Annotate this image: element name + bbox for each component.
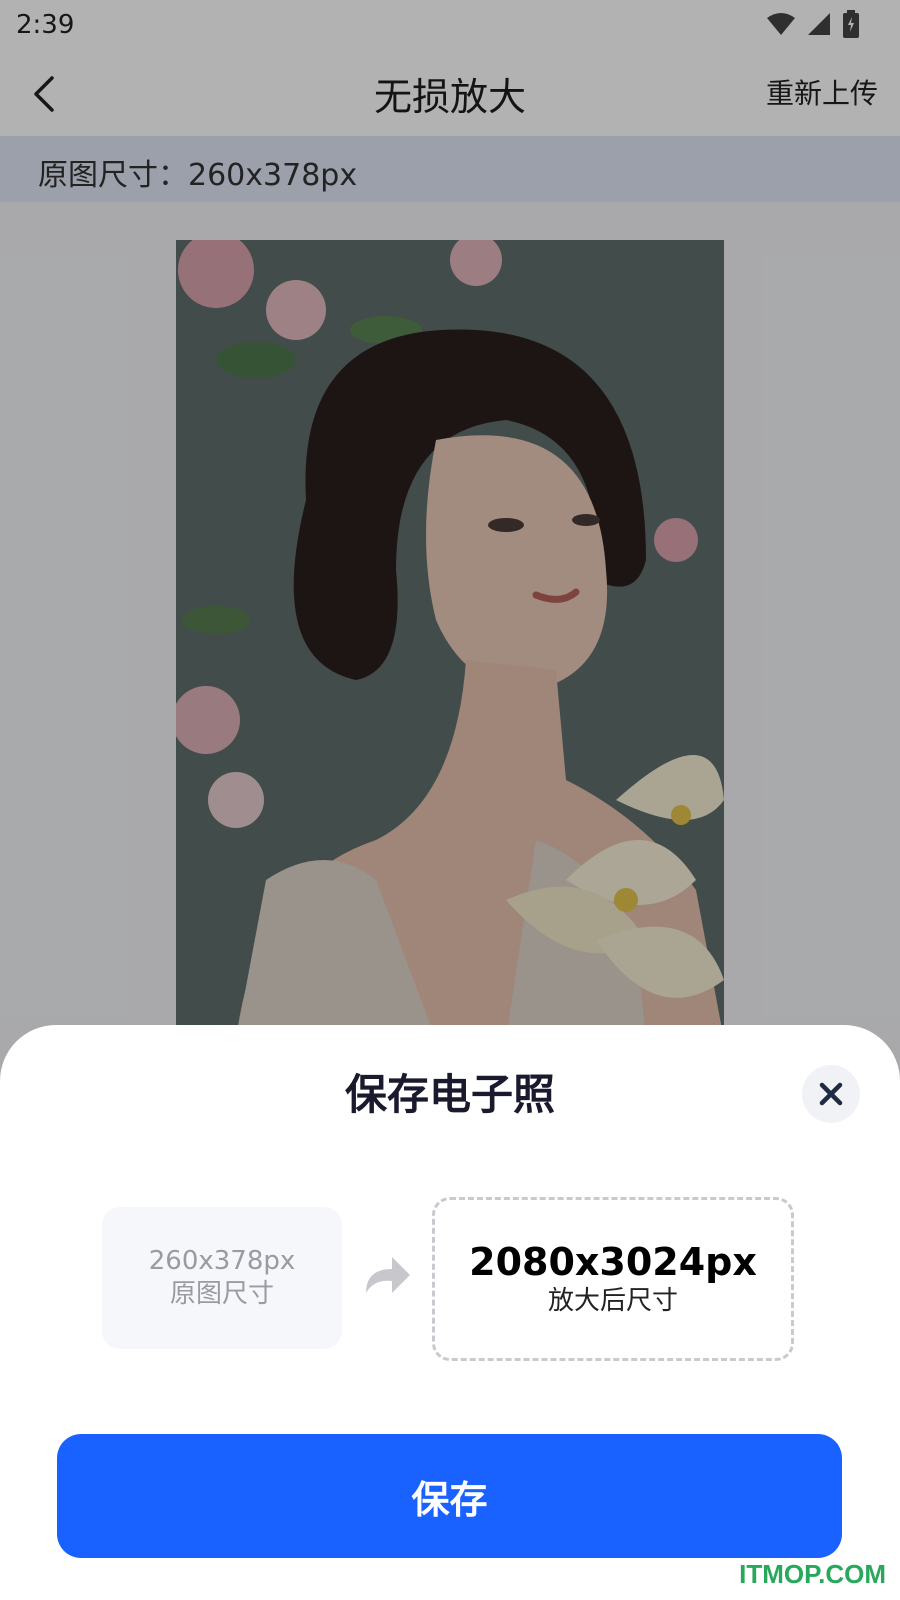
curved-arrow-right-icon xyxy=(366,1257,410,1293)
original-size-caption: 原图尺寸 xyxy=(169,1279,274,1309)
save-button[interactable]: 保存 xyxy=(57,1434,842,1558)
original-size-card: 260x378px 原图尺寸 xyxy=(102,1207,342,1349)
site-watermark: ITMOP.COM xyxy=(739,1559,886,1589)
enlarged-size-caption: 放大后尺寸 xyxy=(547,1286,678,1316)
enlarged-size-value: 2080x3024px xyxy=(469,1240,757,1284)
close-icon xyxy=(819,1082,843,1106)
save-photo-sheet: 保存电子照 260x378px 原图尺寸 2080x3024px 放大后尺寸 保… xyxy=(0,1025,900,1600)
enlarged-size-card: 2080x3024px 放大后尺寸 xyxy=(432,1197,794,1361)
original-size-value: 260x378px xyxy=(148,1246,296,1276)
sheet-title: 保存电子照 xyxy=(344,1070,555,1119)
close-button[interactable] xyxy=(802,1065,860,1123)
